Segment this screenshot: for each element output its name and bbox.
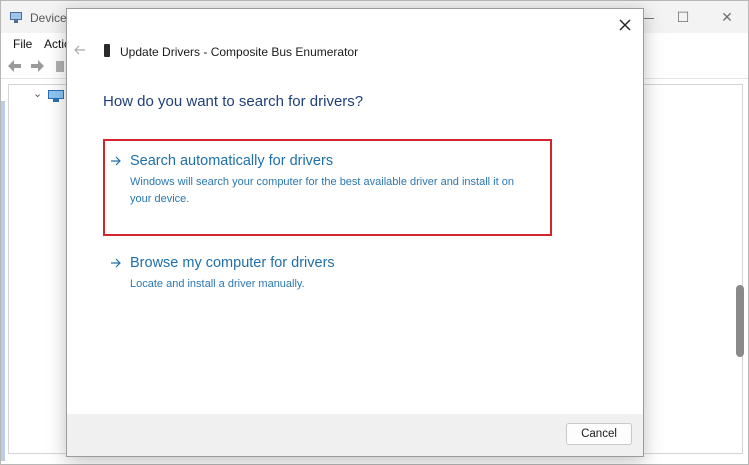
arrow-right-icon [111,156,121,166]
scrollbar-thumb[interactable] [736,285,744,357]
close-icon[interactable] [615,15,635,35]
cancel-button[interactable]: Cancel [566,423,632,445]
option-description: Windows will search your computer for th… [130,176,514,205]
browse-computer-option[interactable]: Browse my computer for drivers Locate an… [110,255,510,295]
computer-icon [48,90,64,102]
dialog-footer: Cancel [67,414,643,456]
dialog-question: How do you want to search for drivers? [103,93,364,110]
option-description: Locate and install a driver manually. [130,278,305,290]
update-drivers-dialog: Update Drivers - Composite Bus Enumerato… [66,8,644,457]
back-arrow-icon[interactable] [7,58,23,74]
properties-icon[interactable] [55,58,65,74]
desktop-edge [1,101,5,461]
forward-arrow-icon[interactable] [29,58,45,74]
arrow-right-icon [111,258,121,268]
maximize-button[interactable]: ☐ [671,7,695,27]
close-window-button[interactable]: ✕ [715,7,739,27]
dialog-title: Update Drivers - Composite Bus Enumerato… [120,45,359,59]
option-title[interactable]: Search automatically for drivers [130,153,333,169]
device-manager-icon [10,12,22,23]
menu-file[interactable]: File [13,37,32,51]
tree-expander-icon[interactable]: ⌄ [33,87,42,100]
device-manager-title: Device [30,11,67,25]
back-icon[interactable] [73,43,87,57]
search-automatically-option[interactable]: Search automatically for drivers Windows… [110,153,514,205]
option-title[interactable]: Browse my computer for drivers [130,255,335,271]
device-icon [104,44,110,57]
